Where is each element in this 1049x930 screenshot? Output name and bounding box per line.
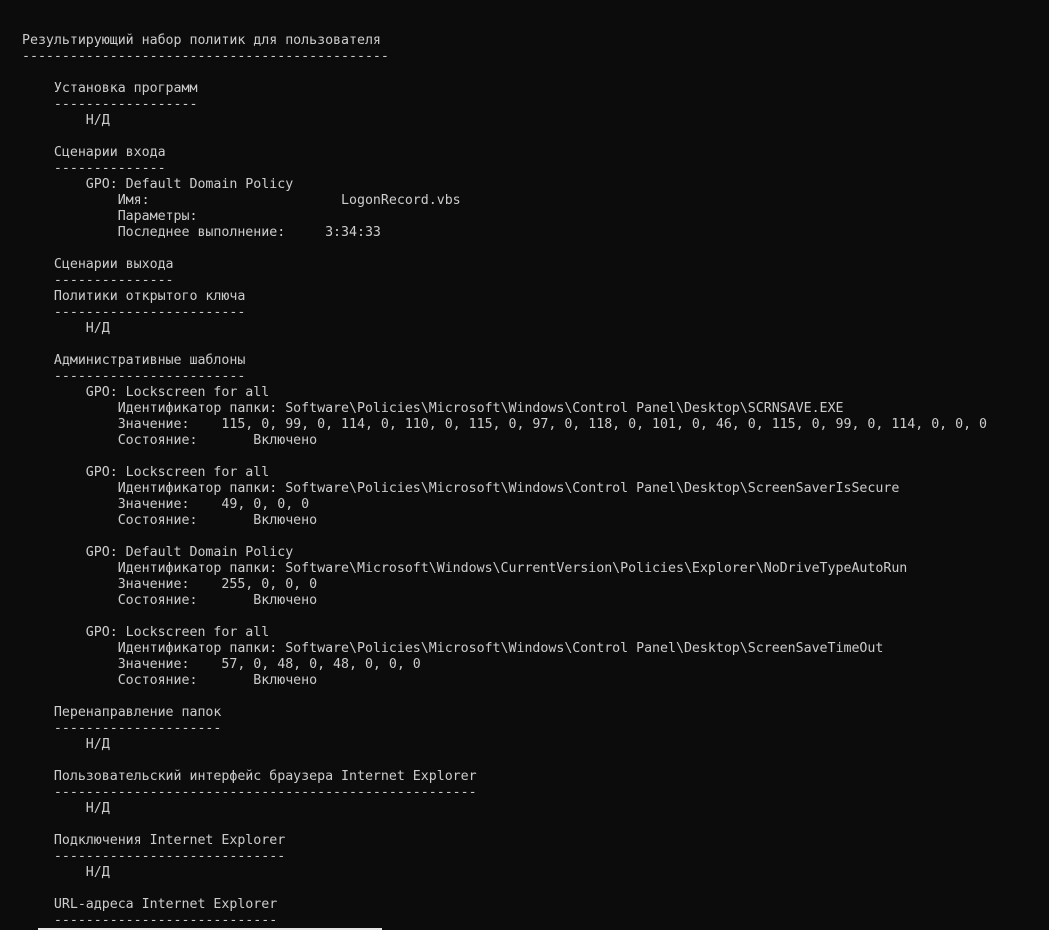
console-line: Значение: 49, 0, 0, 0 [22, 497, 310, 512]
console-line: Административные шаблоны [22, 353, 246, 368]
console-line: Сценарии входа [22, 145, 166, 160]
console-line: ----------------------------------------… [22, 785, 477, 800]
console-line: ------------------------ [22, 369, 246, 384]
console-line: Идентификатор папки: Software\Policies\M… [22, 481, 900, 496]
console-line: Н/Д [22, 801, 110, 816]
console-line: Последнее выполнение: 3:34:33 [22, 225, 381, 240]
console-line: Значение: 255, 0, 0, 0 [22, 577, 318, 592]
console-line: Н/Д [22, 865, 110, 880]
console-line: Результирующий набор политик для пользов… [22, 33, 381, 48]
console-line: ---------------------------- [22, 913, 278, 928]
console-line: Имя: LogonRecord.vbs [22, 193, 461, 208]
console-line: Идентификатор папки: Software\Policies\M… [22, 641, 884, 656]
console-line: Состояние: Включено [22, 513, 318, 528]
console-line: -------------- [22, 161, 166, 176]
console-line: Состояние: Включено [22, 433, 318, 448]
console-line: GPO: Default Domain Policy [22, 177, 294, 192]
console-line: Идентификатор папки: Software\Microsoft\… [22, 561, 908, 576]
console-line: --------------- [22, 273, 174, 288]
console-line: Сценарии выхода [22, 257, 174, 272]
console-line: GPO: Default Domain Policy [22, 545, 294, 560]
console-line: Н/Д [22, 321, 110, 336]
console-line: Установка программ [22, 81, 198, 96]
console-line: Параметры: [22, 209, 198, 224]
console-line: Политики открытого ключа [22, 289, 246, 304]
console-line: --------------------- [22, 721, 222, 736]
console-line: ----------------------------------------… [22, 49, 389, 64]
console-line: ------------------------ [22, 305, 246, 320]
console-line: Состояние: Включено [22, 593, 318, 608]
console-line: Идентификатор папки: Software\Policies\M… [22, 401, 844, 416]
console-output[interactable]: Результирующий набор политик для пользов… [22, 33, 987, 929]
console-line: Н/Д [22, 113, 110, 128]
console-line: URL-адреса Internet Explorer [22, 897, 278, 912]
console-line: Пользовательский интерфейс браузера Inte… [22, 769, 477, 784]
console-line: GPO: Lockscreen for all [22, 625, 270, 640]
console-line: Значение: 57, 0, 48, 0, 48, 0, 0, 0 [22, 657, 421, 672]
console-line: Состояние: Включено [22, 673, 318, 688]
console-line: Значение: 115, 0, 99, 0, 114, 0, 110, 0,… [22, 417, 988, 432]
console-line: Подключения Internet Explorer [22, 833, 286, 848]
console-line: ----------------------------- [22, 849, 286, 864]
console-line: Н/Д [22, 737, 110, 752]
console-line: ------------------ [22, 97, 198, 112]
console-line: Перенаправление папок [22, 705, 222, 720]
console-line: GPO: Lockscreen for all [22, 465, 270, 480]
console-line: GPO: Lockscreen for all [22, 385, 270, 400]
